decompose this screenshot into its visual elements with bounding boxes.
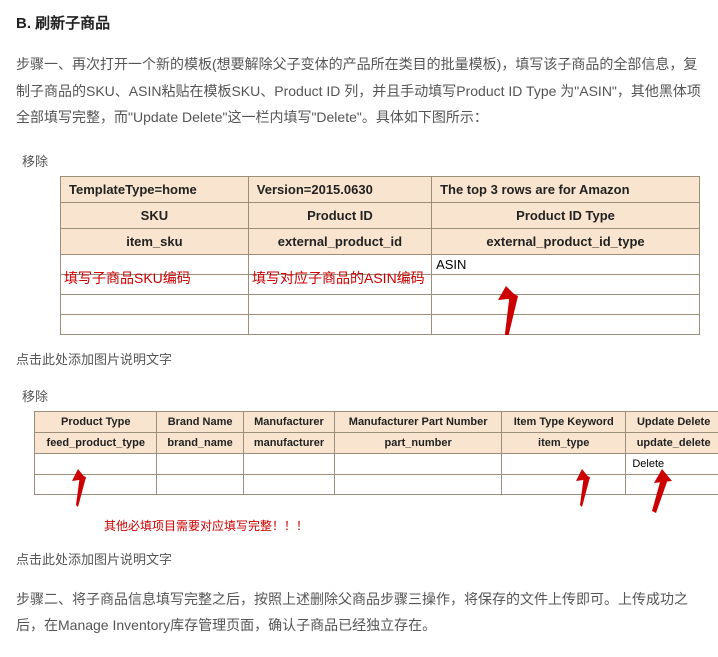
- table2-footnote: 其他必填项目需要对应填写完整！！！: [104, 517, 308, 534]
- table1-container: TemplateType=home Version=2015.0630 The …: [60, 176, 700, 335]
- t2-r1c6: Update Delete: [626, 411, 718, 432]
- overlay-sku-hint: 填写子商品SKU编码: [64, 268, 191, 288]
- t2-r1c5: Item Type Keyword: [502, 411, 626, 432]
- arrow-icon: [574, 469, 596, 509]
- t2-r2c2: brand_name: [157, 432, 243, 453]
- asin-value: ASIN: [436, 257, 466, 272]
- t2-r1c2: Brand Name: [157, 411, 243, 432]
- t1-r3c2: external_product_id: [248, 228, 431, 254]
- t1-r1c1: TemplateType=home: [61, 176, 249, 202]
- t1-data-pidtype: ASIN: [432, 254, 700, 274]
- t2-r2c6: update_delete: [626, 432, 718, 453]
- t2-r1c3: Manufacturer: [243, 411, 335, 432]
- t1-r1c3: The top 3 rows are for Amazon: [432, 176, 700, 202]
- t1-r3c1: item_sku: [61, 228, 249, 254]
- caption-2[interactable]: 点击此处添加图片说明文字: [16, 549, 702, 568]
- t2-r1c4: Manufacturer Part Number: [335, 411, 502, 432]
- template-table-2: Product Type Brand Name Manufacturer Man…: [34, 411, 718, 495]
- t2-r2c1: feed_product_type: [35, 432, 157, 453]
- t2-data-c4: [335, 453, 502, 474]
- t2-data-c5: [502, 453, 626, 474]
- template-table-1: TemplateType=home Version=2015.0630 The …: [60, 176, 700, 335]
- step2-paragraph: 步骤二、将子商品信息填写完整之后，按照上述删除父商品步骤三操作，将保存的文件上传…: [16, 586, 702, 639]
- remove-label-1: 移除: [22, 151, 702, 170]
- t1-r2c1: SKU: [61, 202, 249, 228]
- overlay-asin-hint: 填写对应子商品的ASIN编码: [252, 268, 425, 288]
- t2-data-c2: [157, 453, 243, 474]
- remove-label-2: 移除: [22, 386, 702, 405]
- t2-data-c1: [35, 453, 157, 474]
- t1-r2c2: Product ID: [248, 202, 431, 228]
- step1-paragraph: 步骤一、再次打开一个新的模板(想要解除父子变体的产品所在类目的批量模板)，填写该…: [16, 51, 702, 131]
- t2-r1c1: Product Type: [35, 411, 157, 432]
- caption-1[interactable]: 点击此处添加图片说明文字: [16, 349, 702, 368]
- t2-r2c3: manufacturer: [243, 432, 335, 453]
- arrow-icon: [648, 469, 676, 515]
- t1-r2c3: Product ID Type: [432, 202, 700, 228]
- arrow-icon: [498, 286, 528, 335]
- arrow-icon: [70, 469, 92, 509]
- t2-r2c5: item_type: [502, 432, 626, 453]
- t2-data-c3: [243, 453, 335, 474]
- t1-r1c2: Version=2015.0630: [248, 176, 431, 202]
- t2-r2c4: part_number: [335, 432, 502, 453]
- t1-r3c3: external_product_id_type: [432, 228, 700, 254]
- table2-container: Product Type Brand Name Manufacturer Man…: [34, 411, 718, 535]
- section-title: B. 刷新子商品: [16, 12, 702, 33]
